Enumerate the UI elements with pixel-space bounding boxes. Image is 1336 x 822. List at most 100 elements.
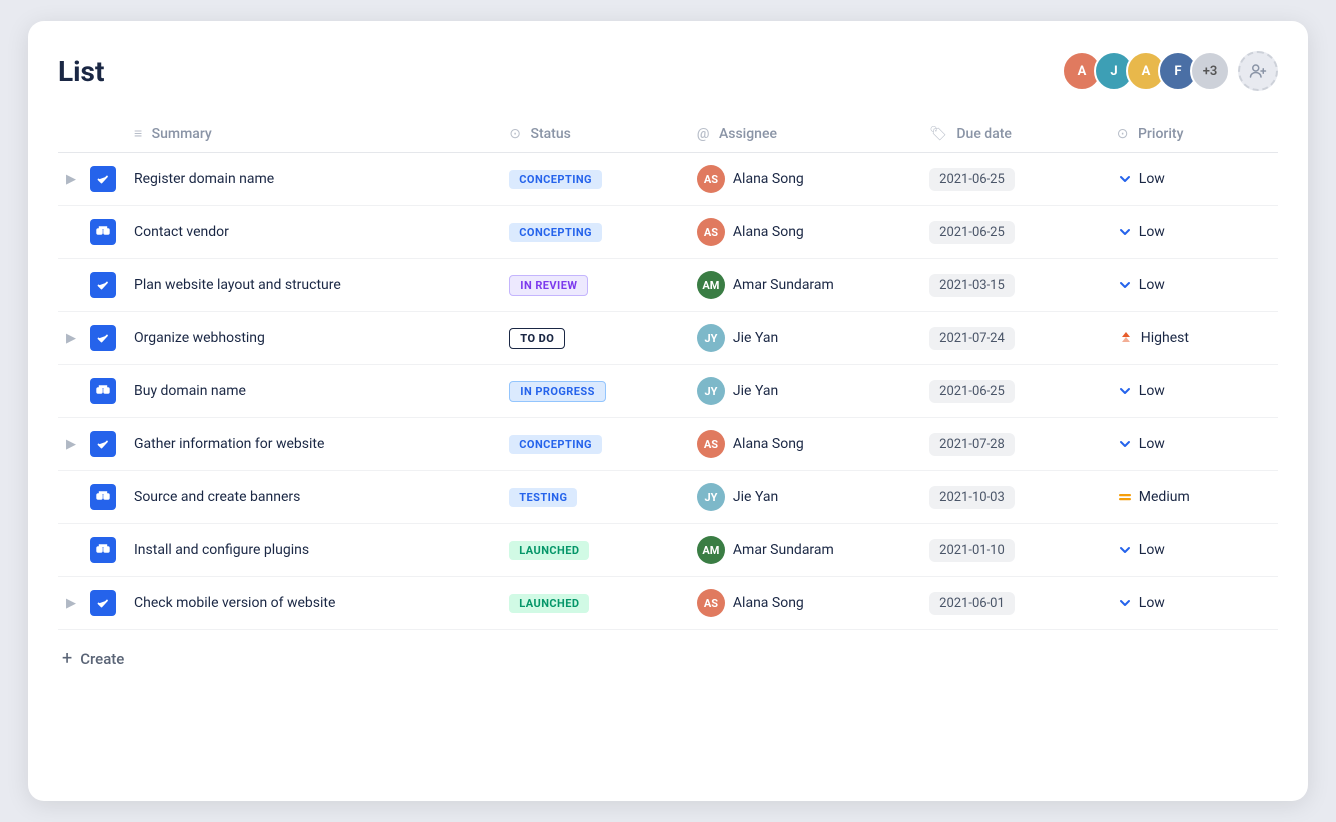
- row-assignee: AS Alana Song: [685, 577, 917, 630]
- assignee-avatar: JY: [697, 377, 725, 405]
- row-due-date: 2021-06-25: [917, 365, 1105, 418]
- row-status[interactable]: TO DO: [497, 312, 685, 365]
- header: List A J A F +3: [58, 51, 1278, 91]
- create-row[interactable]: + Create: [58, 630, 1278, 673]
- row-summary: Check mobile version of website: [122, 577, 497, 630]
- row-expand-cell: ▶: [58, 312, 86, 365]
- row-status[interactable]: LAUNCHED: [497, 577, 685, 630]
- assignee-cell: AM Amar Sundaram: [697, 271, 905, 299]
- row-expand-cell: [58, 471, 86, 524]
- due-date-badge: 2021-07-28: [929, 433, 1015, 456]
- priority-col-icon: ⊙: [1117, 126, 1129, 142]
- assignee-cell: AM Amar Sundaram: [697, 536, 905, 564]
- task-icon-check: [90, 590, 116, 616]
- assignee-name: Alana Song: [733, 171, 804, 187]
- status-badge[interactable]: TESTING: [509, 488, 577, 507]
- row-summary: Organize webhosting: [122, 312, 497, 365]
- create-label: Create: [80, 650, 124, 668]
- row-assignee: AS Alana Song: [685, 418, 917, 471]
- row-expand-cell: ▶: [58, 418, 86, 471]
- row-status[interactable]: IN PROGRESS: [497, 365, 685, 418]
- assignee-name: Alana Song: [733, 595, 804, 611]
- priority-cell: Low: [1117, 595, 1266, 611]
- table-row[interactable]: Buy domain nameIN PROGRESS JY Jie Yan 20…: [58, 365, 1278, 418]
- expand-button[interactable]: ▶: [62, 593, 80, 613]
- row-due-date: 2021-10-03: [917, 471, 1105, 524]
- row-due-date: 2021-07-24: [917, 312, 1105, 365]
- row-icon-cell: [86, 153, 122, 206]
- status-badge[interactable]: IN REVIEW: [509, 275, 588, 296]
- assignee-avatar: AM: [697, 271, 725, 299]
- assignee-col-icon: @: [697, 126, 710, 142]
- row-due-date: 2021-07-28: [917, 418, 1105, 471]
- priority-label: Low: [1139, 542, 1165, 558]
- low-priority-icon: [1117, 595, 1133, 611]
- low-priority-icon: [1117, 224, 1133, 240]
- row-status[interactable]: TESTING: [497, 471, 685, 524]
- assignee-name: Jie Yan: [733, 489, 778, 505]
- due-date-badge: 2021-07-24: [929, 327, 1015, 350]
- status-badge[interactable]: TO DO: [509, 328, 565, 349]
- due-date-badge: 2021-01-10: [929, 539, 1015, 562]
- avatar-more[interactable]: +3: [1190, 51, 1230, 91]
- row-status[interactable]: LAUNCHED: [497, 524, 685, 577]
- row-icon-cell: [86, 577, 122, 630]
- table-row[interactable]: Contact vendorCONCEPTING AS Alana Song 2…: [58, 206, 1278, 259]
- row-status[interactable]: CONCEPTING: [497, 206, 685, 259]
- assignee-avatar: JY: [697, 324, 725, 352]
- status-badge[interactable]: LAUNCHED: [509, 594, 589, 613]
- row-assignee: JY Jie Yan: [685, 365, 917, 418]
- plus-icon: +: [62, 648, 72, 669]
- add-person-icon: [1249, 62, 1267, 80]
- expand-button[interactable]: ▶: [62, 169, 80, 189]
- low-priority-icon: [1117, 436, 1133, 452]
- table-row[interactable]: ▶ Check mobile version of website LAUNCHE…: [58, 577, 1278, 630]
- table-row[interactable]: ▶ Register domain name CONCEPTING AS Alan…: [58, 153, 1278, 206]
- row-due-date: 2021-06-01: [917, 577, 1105, 630]
- assignee-cell: JY Jie Yan: [697, 483, 905, 511]
- row-summary: Plan website layout and structure: [122, 259, 497, 312]
- assignee-name: Jie Yan: [733, 383, 778, 399]
- col-due-date: 🏷 Due date: [917, 115, 1105, 153]
- table-row[interactable]: ▶ Gather information for websiteCONCEPTI…: [58, 418, 1278, 471]
- row-due-date: 2021-06-25: [917, 153, 1105, 206]
- avatar-add-button[interactable]: [1238, 51, 1278, 91]
- assignee-avatar: AS: [697, 218, 725, 246]
- priority-cell: Medium: [1117, 489, 1266, 505]
- status-badge[interactable]: LAUNCHED: [509, 541, 589, 560]
- table-row[interactable]: ▶ Organize webhosting TO DO JY Jie Yan 20…: [58, 312, 1278, 365]
- row-status[interactable]: CONCEPTING: [497, 153, 685, 206]
- expand-button[interactable]: ▶: [62, 434, 80, 454]
- priority-cell: Low: [1117, 436, 1266, 452]
- status-badge[interactable]: IN PROGRESS: [509, 381, 606, 402]
- row-summary: Register domain name: [122, 153, 497, 206]
- priority-cell: Low: [1117, 542, 1266, 558]
- row-assignee: AS Alana Song: [685, 153, 917, 206]
- row-priority: Low: [1105, 206, 1278, 259]
- row-priority: Low: [1105, 365, 1278, 418]
- col-expand: [58, 115, 86, 153]
- priority-label: Highest: [1141, 330, 1189, 346]
- highest-priority-icon: [1117, 330, 1135, 346]
- expand-button[interactable]: ▶: [62, 328, 80, 348]
- assignee-avatar: AS: [697, 589, 725, 617]
- assignee-cell: JY Jie Yan: [697, 324, 905, 352]
- table-row[interactable]: Install and configure pluginsLAUNCHED AM…: [58, 524, 1278, 577]
- row-status[interactable]: CONCEPTING: [497, 418, 685, 471]
- task-icon-check: [90, 272, 116, 298]
- due-date-badge: 2021-06-01: [929, 592, 1015, 615]
- assignee-avatar: AM: [697, 536, 725, 564]
- low-priority-icon: [1117, 542, 1133, 558]
- assignee-name: Amar Sundaram: [733, 277, 834, 293]
- table-row[interactable]: Plan website layout and structure IN REVI…: [58, 259, 1278, 312]
- row-status[interactable]: IN REVIEW: [497, 259, 685, 312]
- row-icon-cell: [86, 471, 122, 524]
- table-header-row: ≡ Summary ⊙ Status @ Assignee 🏷 Due date…: [58, 115, 1278, 153]
- status-badge[interactable]: CONCEPTING: [509, 223, 602, 242]
- status-badge[interactable]: CONCEPTING: [509, 170, 602, 189]
- priority-cell: Low: [1117, 171, 1266, 187]
- col-summary: ≡ Summary: [122, 115, 497, 153]
- assignee-cell: AS Alana Song: [697, 218, 905, 246]
- table-row[interactable]: Source and create bannersTESTING JY Jie …: [58, 471, 1278, 524]
- status-badge[interactable]: CONCEPTING: [509, 435, 602, 454]
